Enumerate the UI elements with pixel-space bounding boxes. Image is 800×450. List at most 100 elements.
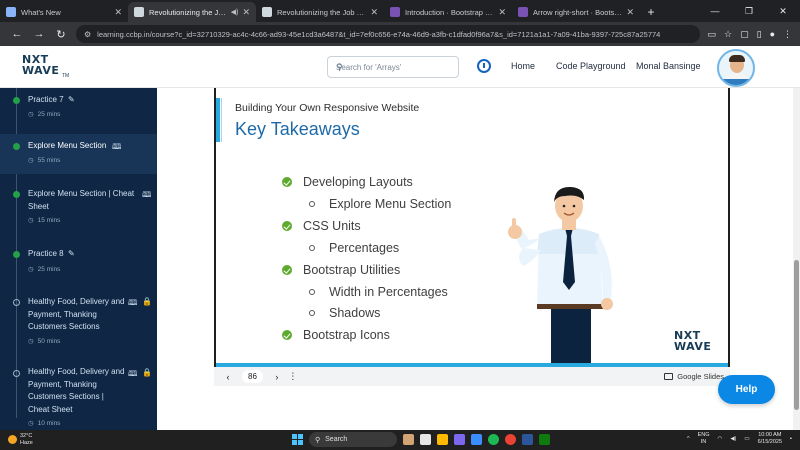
extensions-icon[interactable]: ▢ <box>740 29 749 40</box>
sidebar-item-duration: ◷ 55 mins <box>28 156 60 165</box>
sidebar-item-practice-8[interactable]: Practice 8 ✎ ◷ 25 mins <box>0 243 157 283</box>
google-slides-link[interactable]: Google Slides <box>664 372 724 381</box>
forward-arrow-icon[interactable]: → <box>28 28 50 40</box>
site-info-icon[interactable]: ⚙ <box>84 30 91 39</box>
store-icon[interactable] <box>471 434 482 445</box>
clock[interactable]: 10:00 AM 6/15/2025 <box>758 432 782 446</box>
browser-tab-bootstrap-intro[interactable]: Introduction · Bootstrap v4.5 ✕ <box>384 2 512 22</box>
slide-logo-bottom: WAVE <box>674 340 712 353</box>
sidebar-item-practice-7[interactable]: Practice 7 ✎ ◷ 25 mins <box>0 88 157 134</box>
menu-dots-icon[interactable]: ⋮ <box>783 29 792 40</box>
task-view-icon[interactable] <box>420 434 431 445</box>
window-controls: — ❐ ✕ <box>698 0 800 22</box>
notification-icon[interactable]: ▪ <box>790 436 792 442</box>
help-button[interactable]: Help <box>718 375 775 404</box>
star-icon[interactable]: ☆ <box>724 29 732 40</box>
takeaway-item: CSS Units <box>282 219 361 233</box>
chrome-icon[interactable] <box>505 434 516 445</box>
language-indicator[interactable]: ENG IN <box>698 432 710 446</box>
streak-icon[interactable] <box>477 59 491 73</box>
next-slide-icon[interactable]: › <box>269 372 285 382</box>
browser-tab-active[interactable]: Revolutionizing the Job Ma ◀) ✕ <box>128 2 256 22</box>
nav-user-name[interactable]: Monal Bansinge <box>636 61 701 71</box>
volume-icon[interactable]: ◀) <box>730 436 736 442</box>
lang-region: IN <box>700 439 707 445</box>
duration-text: 25 mins <box>37 110 61 118</box>
browser-tab-bootstrap-icons[interactable]: Arrow right-short · Bootstrap ic ✕ <box>512 2 640 22</box>
nav-home[interactable]: Home <box>511 61 535 71</box>
more-options-icon[interactable]: ⋮ <box>285 371 301 382</box>
clock-icon: ◷ <box>28 266 34 273</box>
minimize-icon[interactable]: — <box>698 6 732 16</box>
nav-code-playground[interactable]: Code Playground <box>556 61 626 71</box>
clock-icon: ◷ <box>28 420 34 427</box>
search-box[interactable]: ⚲ <box>327 56 459 78</box>
weather-widget[interactable]: 32°C Haze <box>8 433 33 446</box>
tray-chevron-icon[interactable]: ^ <box>687 436 690 442</box>
previous-slide-icon[interactable]: ‹ <box>220 372 236 382</box>
new-tab-button[interactable]: + <box>640 2 662 22</box>
title-accent-bar-light <box>221 98 222 142</box>
search-icon: ⚲ <box>336 61 343 72</box>
cast-icon[interactable]: ▭ <box>708 29 717 40</box>
widget-app-icon[interactable] <box>403 434 414 445</box>
edit-icon: ✎ <box>68 249 75 258</box>
url-bar[interactable]: ⚙ learning.ccbp.in/course?c_id=32710329-… <box>76 25 700 43</box>
taskbar-apps: ⚲ Search <box>292 432 550 447</box>
takeaway-item: Bootstrap Icons <box>282 328 390 342</box>
scrollbar-thumb[interactable] <box>794 260 799 410</box>
sidebar-item-duration: ◷ 15 mins <box>28 216 60 225</box>
spotify-icon[interactable] <box>488 434 499 445</box>
wifi-icon[interactable]: ◠ <box>718 436 723 442</box>
battery-icon[interactable]: ▭ <box>744 436 749 442</box>
toolbar-icons: ▭ ☆ ▢ ▯ ● ⋮ <box>708 29 795 40</box>
bootstrap-icon <box>518 7 528 17</box>
word-icon[interactable] <box>522 434 533 445</box>
sidebar-item-duration: ◷ 25 mins <box>28 265 60 274</box>
takeaway-subitem: Shadows <box>309 306 380 320</box>
sidebar-item-explore-menu-cheat-sheet[interactable]: Explore Menu Section | Cheat Sheet 🕮 ◷ 15… <box>0 183 157 231</box>
close-icon[interactable]: ✕ <box>626 7 634 18</box>
clock-icon: ◷ <box>28 338 34 345</box>
close-icon[interactable]: ✕ <box>114 7 122 18</box>
sidepanel-icon[interactable]: ▯ <box>757 29 762 40</box>
browser-tab-whats-new[interactable]: What's New ✕ <box>0 2 128 22</box>
book-icon: 🕮 <box>112 142 122 151</box>
nxtwave-logo[interactable]: NXT WAVE TM <box>22 54 69 80</box>
taskbar-search[interactable]: ⚲ Search <box>309 432 397 447</box>
takeaway-text: Bootstrap Icons <box>303 328 390 342</box>
sidebar-item-healthy-food-cheat-sheet[interactable]: Healthy Food, Delivery and Payment, Than… <box>0 364 157 430</box>
file-explorer-icon[interactable] <box>437 434 448 445</box>
sidebar-item-healthy-food[interactable]: Healthy Food, Delivery and Payment, Than… <box>0 291 157 353</box>
takeaway-item: Bootstrap Utilities <box>282 263 400 277</box>
copilot-icon[interactable] <box>454 434 465 445</box>
duration-text: 10 mins <box>37 419 61 427</box>
window-close-icon[interactable]: ✕ <box>766 6 800 17</box>
close-icon[interactable]: ✕ <box>242 7 250 18</box>
close-icon[interactable]: ✕ <box>370 7 378 18</box>
browser-tab-job-market[interactable]: Revolutionizing the Job Market ✕ <box>256 2 384 22</box>
maximize-icon[interactable]: ❐ <box>732 6 766 17</box>
sidebar-item-label: Healthy Food, Delivery and Payment, Than… <box>28 367 125 414</box>
slide-page-number[interactable]: 86 <box>242 370 263 383</box>
terminal-icon[interactable] <box>539 434 550 445</box>
profile-icon[interactable]: ● <box>770 29 775 40</box>
avatar[interactable] <box>717 49 755 87</box>
reload-icon[interactable]: ↻ <box>50 28 72 41</box>
tab-title: Revolutionizing the Job Ma <box>149 7 228 17</box>
sidebar-item-explore-menu-section[interactable]: Explore Menu Section 🕮 ◷ 55 mins <box>0 134 157 174</box>
windows-start-icon[interactable] <box>292 434 303 445</box>
close-icon[interactable]: ✕ <box>498 7 506 18</box>
lang-code: ENG <box>697 432 710 438</box>
search-input[interactable] <box>336 62 436 72</box>
speaker-icon[interactable]: ◀) <box>231 8 239 16</box>
google-slides-icon <box>664 373 674 380</box>
back-arrow-icon[interactable]: ← <box>6 28 28 40</box>
main-content: Building Your Own Responsive Website Key… <box>157 88 793 430</box>
system-tray: ^ ENG IN ◠ ◀) ▭ 10:00 AM 6/15/2025 ▪ <box>687 432 792 446</box>
slide-viewer[interactable]: Building Your Own Responsive Website Key… <box>214 88 730 367</box>
page-scrollbar[interactable] <box>793 88 800 430</box>
takeaway-text: Explore Menu Section <box>329 197 452 211</box>
tab-favicon <box>134 7 144 17</box>
incomplete-dot-icon <box>13 370 20 377</box>
